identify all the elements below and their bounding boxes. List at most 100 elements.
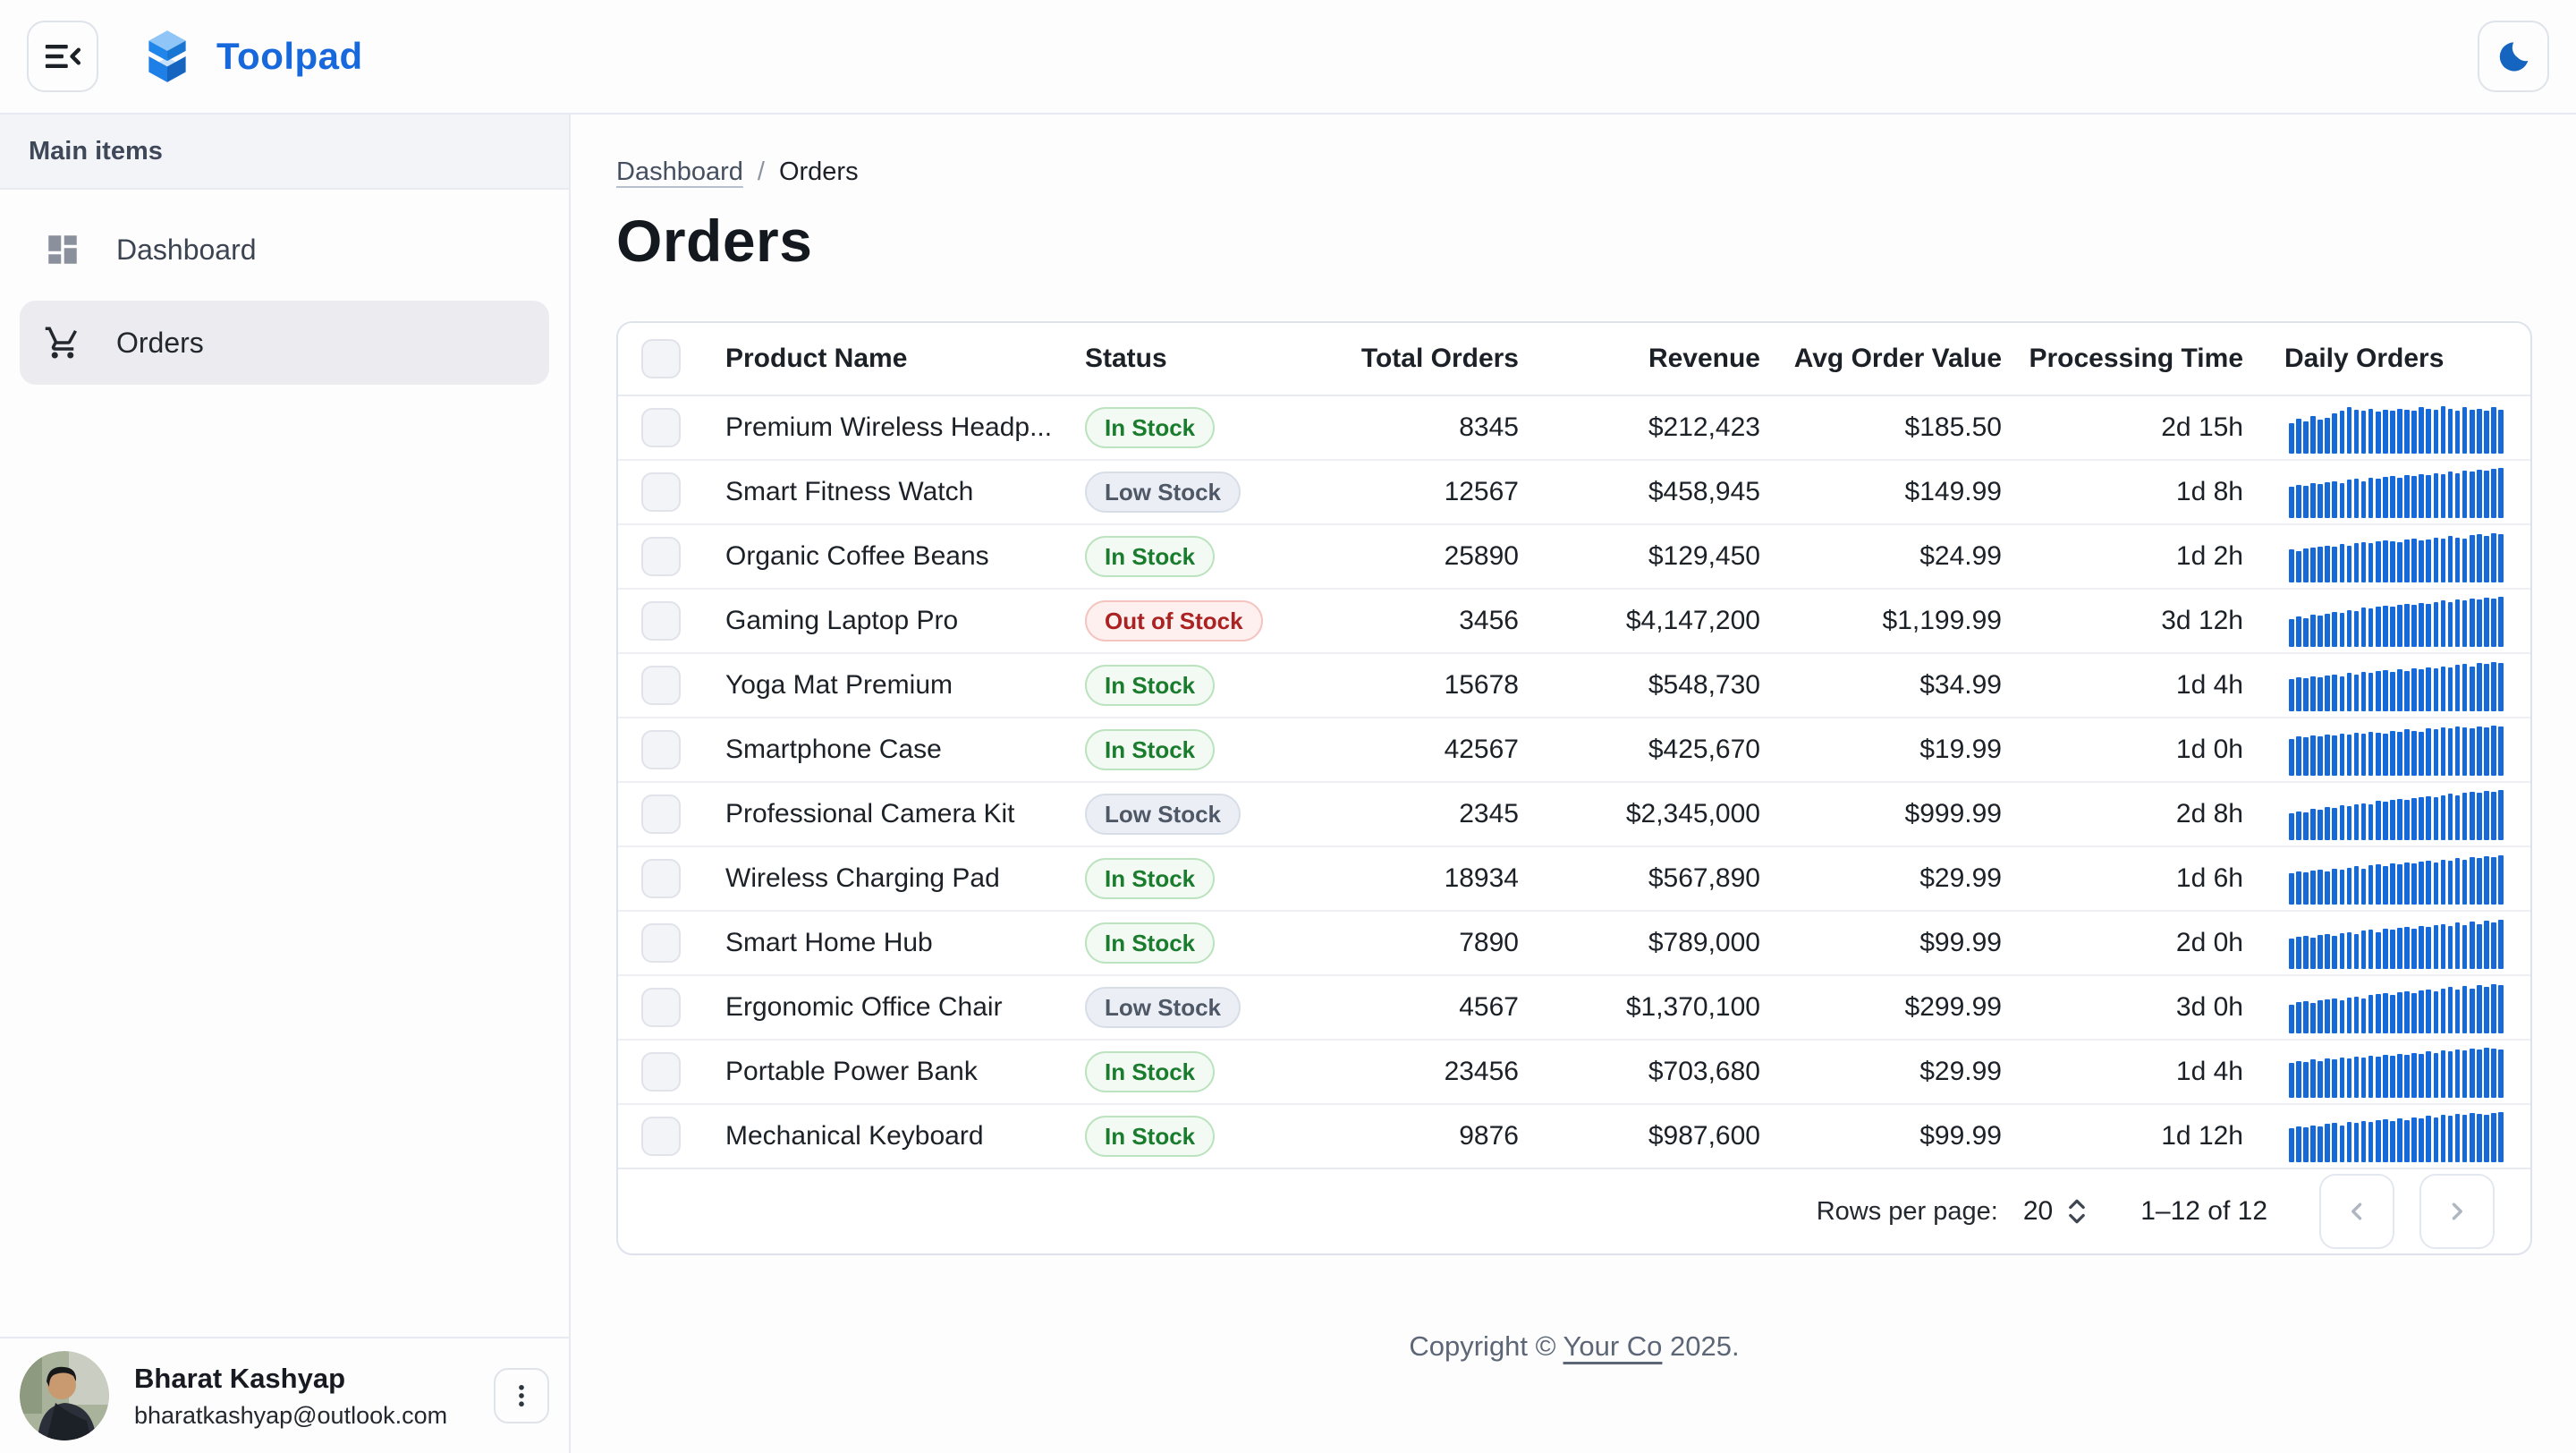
sparkline-bar xyxy=(2411,476,2417,518)
sparkline-bar xyxy=(2303,936,2309,969)
table-row[interactable]: Mechanical Keyboard In Stock 9876 $987,6… xyxy=(618,1105,2530,1169)
sparkline-bar xyxy=(2441,667,2446,711)
sparkline-bar xyxy=(2441,600,2446,647)
select-all-checkbox[interactable] xyxy=(641,339,681,378)
sparkline-bar xyxy=(2455,1049,2461,1098)
breadcrumb-dashboard-link[interactable]: Dashboard xyxy=(616,157,743,187)
sparkline-bar xyxy=(2340,676,2345,711)
sparkline-bar xyxy=(2354,733,2360,776)
toolpad-logo-icon xyxy=(138,27,197,86)
sparkline-bar xyxy=(2390,607,2395,647)
sparkline-bar xyxy=(2368,673,2374,711)
table-row[interactable]: Yoga Mat Premium In Stock 15678 $548,730… xyxy=(618,654,2530,718)
table-row[interactable]: Premium Wireless Headp... In Stock 8345 … xyxy=(618,396,2530,461)
sparkline-bar xyxy=(2354,410,2360,454)
column-header-daily-orders[interactable]: Daily Orders xyxy=(2247,344,2530,374)
sparkline-bar xyxy=(2462,727,2468,776)
column-header-avg-order-value[interactable]: Avg Order Value xyxy=(1764,344,2005,374)
sparkline-bar xyxy=(2340,734,2345,776)
sidebar-item-orders[interactable]: Orders xyxy=(20,301,549,385)
sparkline-bar xyxy=(2434,602,2439,647)
sparkline-bar xyxy=(2484,1048,2489,1098)
table-row[interactable]: Ergonomic Office Chair Low Stock 4567 $1… xyxy=(618,976,2530,1041)
sparkline-bar xyxy=(2368,930,2374,969)
status-badge: In Stock xyxy=(1085,536,1215,577)
sparkline-bar xyxy=(2491,1049,2496,1098)
sparkline-bar xyxy=(2404,410,2410,454)
sparkline-bar xyxy=(2434,668,2439,711)
avg-order-value-cell: $185.50 xyxy=(1764,412,2005,443)
column-header-status[interactable]: Status xyxy=(1062,344,1294,374)
sparkline-bar xyxy=(2470,922,2475,969)
table-row[interactable]: Wireless Charging Pad In Stock 18934 $56… xyxy=(618,847,2530,912)
sidebar-item-dashboard[interactable]: Dashboard xyxy=(20,208,549,292)
sparkline-bar xyxy=(2289,487,2294,518)
company-link[interactable]: Your Co xyxy=(1563,1330,1663,1362)
table-row[interactable]: Organic Coffee Beans In Stock 25890 $129… xyxy=(618,525,2530,590)
product-name-cell: Portable Power Bank xyxy=(704,1057,1062,1087)
product-name-cell: Gaming Laptop Pro xyxy=(704,606,1062,636)
sparkline-bar xyxy=(2419,732,2424,776)
theme-toggle-button[interactable] xyxy=(2478,21,2549,92)
sparkline-bar xyxy=(2361,1058,2367,1098)
column-header-product[interactable]: Product Name xyxy=(704,344,1062,374)
sparkline-bar xyxy=(2289,1005,2294,1033)
table-row[interactable]: Smart Home Hub In Stock 7890 $789,000 $9… xyxy=(618,912,2530,976)
sparkline-bar xyxy=(2310,938,2316,969)
sparkline-bar xyxy=(2318,677,2323,711)
sparkline-bar xyxy=(2419,990,2424,1033)
rows-per-page-select[interactable]: 20 xyxy=(2023,1195,2089,1228)
sparkline-bar xyxy=(2491,984,2496,1033)
sparkline-bar xyxy=(2340,613,2345,647)
table-row[interactable]: Smart Fitness Watch Low Stock 12567 $458… xyxy=(618,461,2530,525)
table-row[interactable]: Gaming Laptop Pro Out of Stock 3456 $4,1… xyxy=(618,590,2530,654)
row-checkbox[interactable] xyxy=(641,408,681,447)
row-checkbox[interactable] xyxy=(641,666,681,705)
row-checkbox[interactable] xyxy=(641,537,681,576)
table-row[interactable]: Professional Camera Kit Low Stock 2345 $… xyxy=(618,783,2530,847)
avatar xyxy=(20,1351,109,1440)
row-checkbox[interactable] xyxy=(641,923,681,963)
chevron-right-icon xyxy=(2442,1196,2472,1227)
sparkline-bar xyxy=(2462,1050,2468,1098)
table-row[interactable]: Portable Power Bank In Stock 23456 $703,… xyxy=(618,1041,2530,1105)
row-checkbox[interactable] xyxy=(641,472,681,512)
row-checkbox[interactable] xyxy=(641,794,681,834)
sparkline-bar xyxy=(2419,862,2424,905)
sparkline-bar xyxy=(2296,419,2301,454)
avg-order-value-cell: $29.99 xyxy=(1764,863,2005,894)
processing-time-cell: 3d 0h xyxy=(2005,992,2247,1023)
sparkline-bar xyxy=(2470,989,2475,1033)
row-checkbox[interactable] xyxy=(641,601,681,641)
column-header-total-orders[interactable]: Total Orders xyxy=(1294,344,1522,374)
table-row[interactable]: Smartphone Case In Stock 42567 $425,670 … xyxy=(618,718,2530,783)
sparkline-bar xyxy=(2303,737,2309,776)
sparkline-bar xyxy=(2354,804,2360,840)
sparkline-bar xyxy=(2310,1126,2316,1162)
page-title: Orders xyxy=(616,207,2532,275)
status-badge: Out of Stock xyxy=(1085,600,1263,642)
sparkline-bar xyxy=(2310,483,2316,518)
row-checkbox[interactable] xyxy=(641,988,681,1027)
sidebar-collapse-button[interactable] xyxy=(27,21,98,92)
sparkline-bar xyxy=(2491,792,2496,840)
brand[interactable]: Toolpad xyxy=(138,27,363,86)
sparkline-bar xyxy=(2361,734,2367,776)
next-page-button[interactable] xyxy=(2419,1174,2495,1249)
user-menu-button[interactable] xyxy=(494,1368,549,1423)
sparkline-bar xyxy=(2462,1115,2468,1162)
sparkline-bar xyxy=(2340,933,2345,969)
processing-time-cell: 1d 4h xyxy=(2005,670,2247,701)
previous-page-button[interactable] xyxy=(2319,1174,2394,1249)
row-checkbox[interactable] xyxy=(641,859,681,898)
sparkline-bar xyxy=(2296,871,2301,905)
sparkline-bar xyxy=(2477,599,2482,647)
sparkline-bar xyxy=(2332,612,2337,647)
sparkline-bar xyxy=(2470,410,2475,454)
column-header-revenue[interactable]: Revenue xyxy=(1522,344,1764,374)
sparkline-bar xyxy=(2455,990,2461,1033)
row-checkbox[interactable] xyxy=(641,1052,681,1092)
row-checkbox[interactable] xyxy=(641,730,681,769)
column-header-processing-time[interactable]: Processing Time xyxy=(2005,344,2247,374)
row-checkbox[interactable] xyxy=(641,1117,681,1156)
